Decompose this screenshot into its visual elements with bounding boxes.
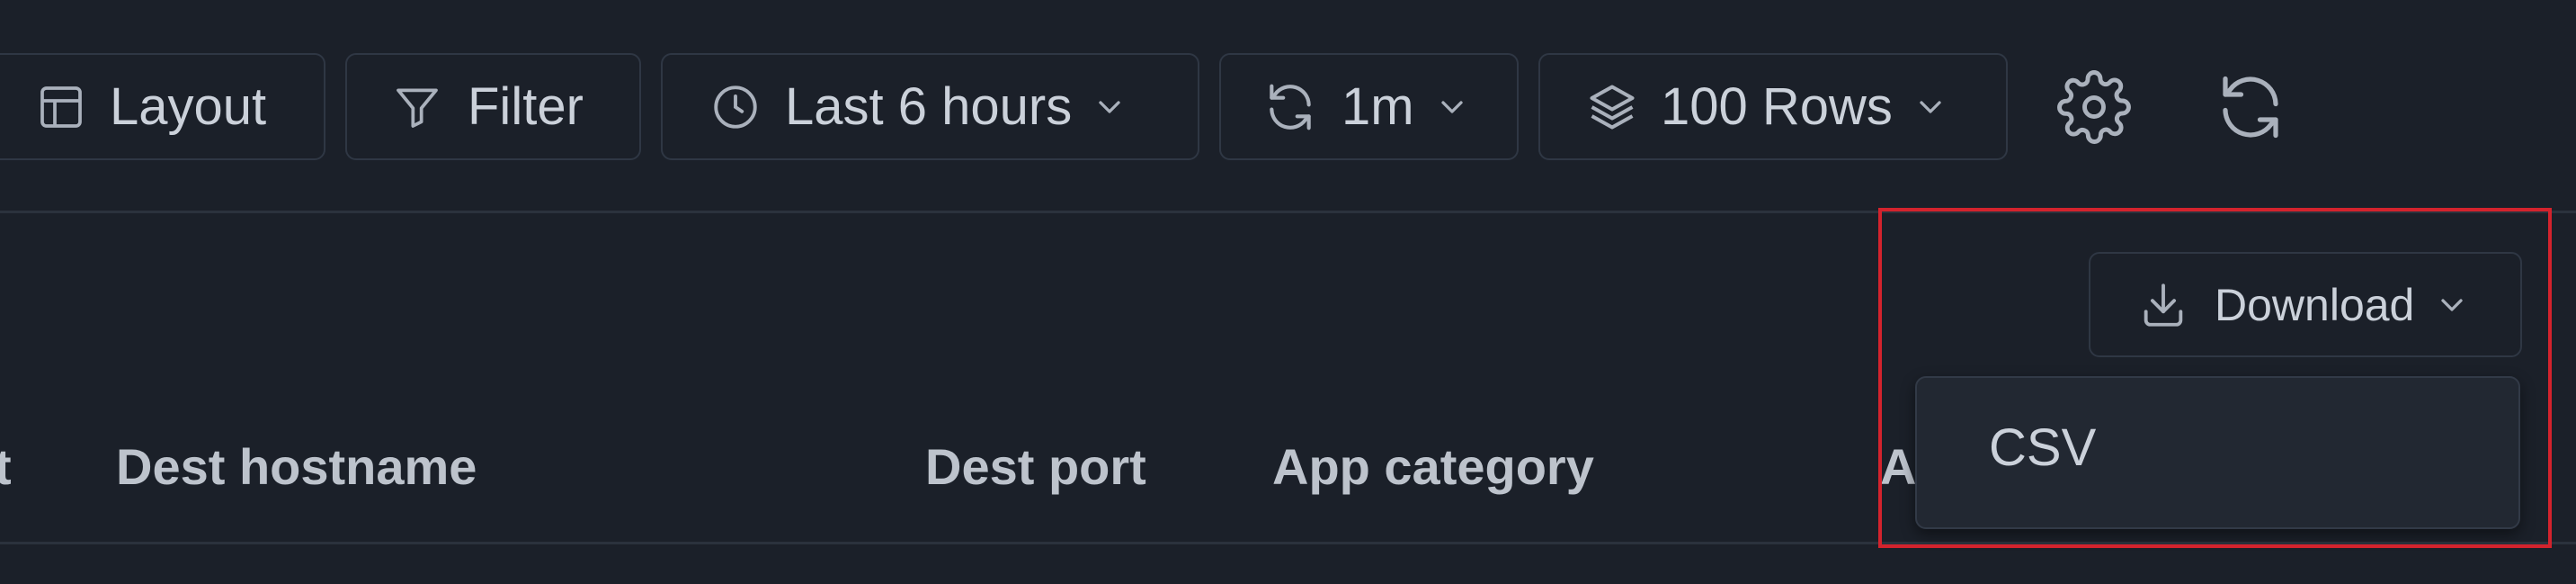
time-range-label: Last 6 hours xyxy=(785,77,1073,136)
chevron-down-icon xyxy=(1099,100,1120,113)
table-header-divider xyxy=(0,542,2576,544)
toolbar-divider xyxy=(0,211,2576,213)
layout-button[interactable]: Layout xyxy=(0,53,325,160)
refresh-interval-label: 1m xyxy=(1341,77,1414,136)
chevron-down-icon xyxy=(2441,298,2464,311)
clock-icon xyxy=(714,85,757,129)
refresh-icon xyxy=(2222,76,2278,138)
layout-label: Layout xyxy=(110,77,267,136)
filter-button[interactable]: Filter xyxy=(345,53,641,160)
page: Layout Filter Last 6 hours 1m 100 Rows D… xyxy=(0,0,2576,584)
column-header-partial-right[interactable]: A xyxy=(1880,437,1916,496)
gear-icon xyxy=(2056,69,2131,144)
layers-icon xyxy=(1590,85,1635,129)
filter-icon xyxy=(397,87,438,128)
download-icon xyxy=(2144,283,2183,327)
rows-label: 100 Rows xyxy=(1661,77,1893,136)
toolbar: Layout Filter Last 6 hours 1m 100 Rows xyxy=(0,0,2576,212)
auto-refresh-icon xyxy=(1270,84,1311,130)
column-header-partial[interactable]: t xyxy=(0,437,12,496)
chevron-down-icon xyxy=(1920,100,1941,113)
download-button[interactable]: Download xyxy=(2089,252,2522,357)
chevron-down-icon xyxy=(1440,100,1463,113)
rows-select[interactable]: 100 Rows xyxy=(1538,53,2008,160)
column-header-dest-port[interactable]: Dest port xyxy=(925,437,1146,496)
layout-icon xyxy=(40,85,82,128)
column-header-app-category[interactable]: App category xyxy=(1272,437,1594,496)
download-option-csv[interactable]: CSV xyxy=(1989,418,2096,478)
column-header-dest-hostname[interactable]: Dest hostname xyxy=(116,437,477,496)
download-dropdown-menu: CSV xyxy=(1915,376,2520,529)
time-range-select[interactable]: Last 6 hours xyxy=(661,53,1199,160)
download-label: Download xyxy=(2215,279,2415,330)
filter-label: Filter xyxy=(468,77,584,136)
settings-button[interactable] xyxy=(2040,53,2147,160)
refresh-button[interactable] xyxy=(2197,53,2304,160)
refresh-interval-select[interactable]: 1m xyxy=(1219,53,1519,160)
